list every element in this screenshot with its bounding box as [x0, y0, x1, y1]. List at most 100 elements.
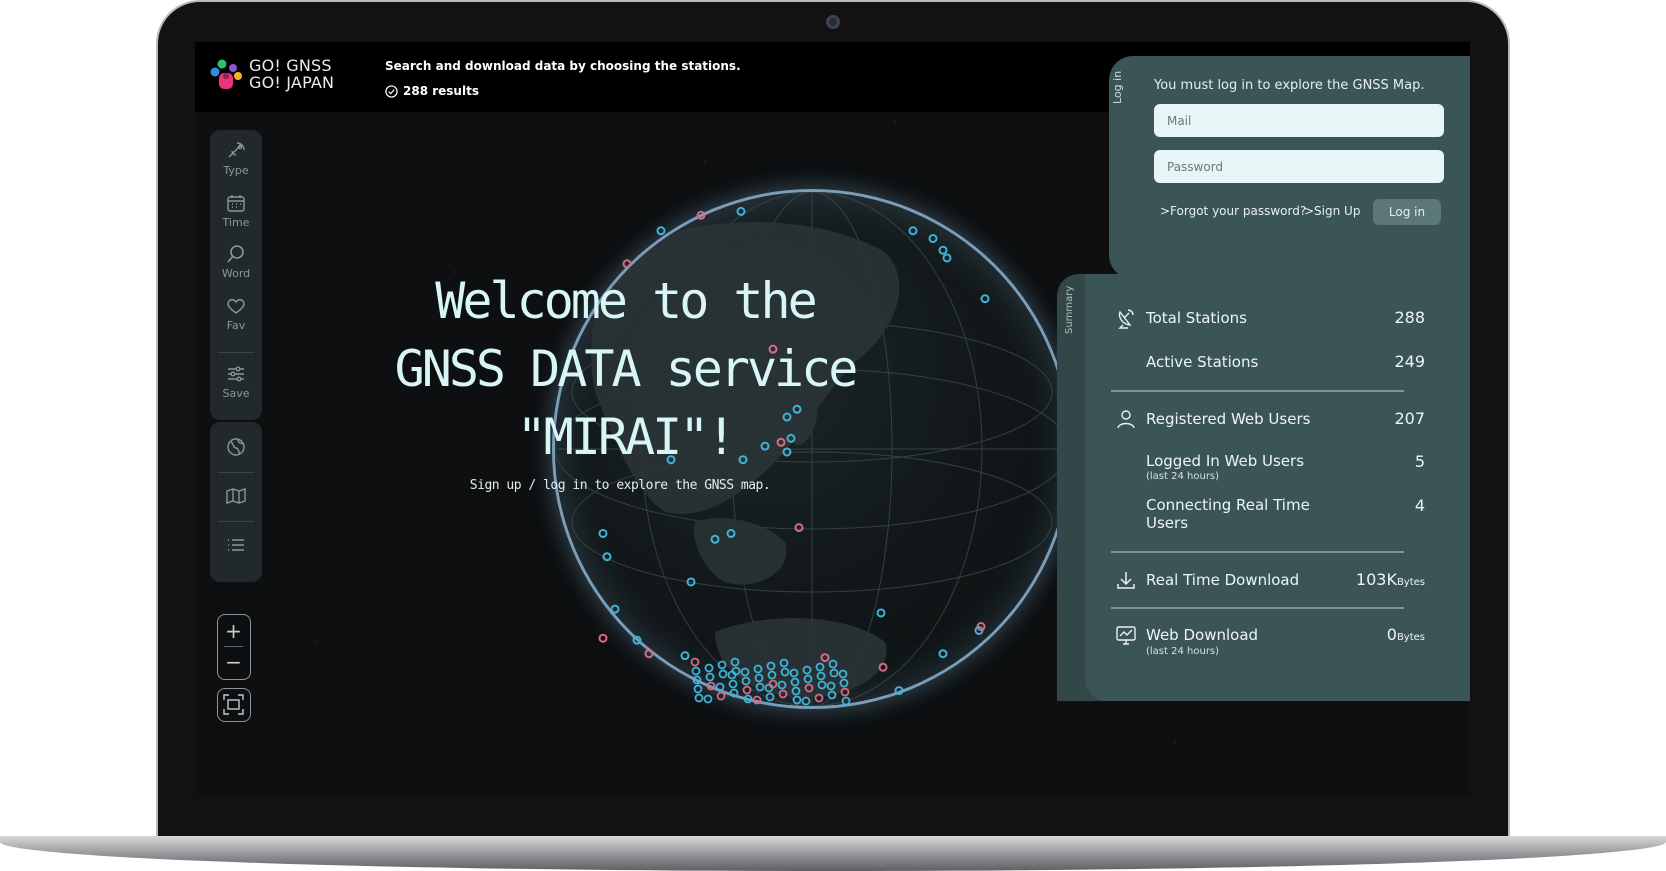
station-marker[interactable]: [801, 696, 811, 706]
station-marker[interactable]: [778, 689, 788, 699]
station-marker[interactable]: [789, 668, 799, 678]
zoom-in-button[interactable]: +: [218, 616, 249, 646]
station-marker[interactable]: [693, 684, 703, 694]
station-marker[interactable]: [704, 663, 714, 673]
station-marker[interactable]: [790, 677, 800, 687]
station-marker[interactable]: [755, 682, 765, 692]
station-marker[interactable]: [729, 688, 739, 698]
station-marker[interactable]: [826, 681, 836, 691]
station-marker[interactable]: [841, 696, 851, 706]
station-marker[interactable]: [804, 683, 814, 693]
login-tab[interactable]: Log in: [1103, 56, 1131, 116]
station-marker[interactable]: [741, 676, 751, 686]
station-marker[interactable]: [767, 670, 777, 680]
station-marker[interactable]: [710, 534, 720, 544]
view-list-button[interactable]: [210, 534, 262, 558]
station-marker[interactable]: [686, 577, 696, 587]
station-marker[interactable]: [817, 680, 827, 690]
zoom-out-button[interactable]: −: [218, 647, 249, 677]
station-marker[interactable]: [644, 649, 654, 659]
station-marker[interactable]: [938, 245, 948, 255]
summary-tab[interactable]: Summary: [1059, 274, 1083, 370]
station-marker[interactable]: [938, 649, 948, 659]
station-marker[interactable]: [691, 666, 701, 676]
station-marker[interactable]: [840, 687, 850, 697]
station-marker[interactable]: [754, 673, 764, 683]
station-marker[interactable]: [726, 528, 736, 538]
station-marker[interactable]: [598, 528, 608, 538]
station-marker[interactable]: [792, 695, 802, 705]
station-marker[interactable]: [694, 693, 704, 703]
station-marker[interactable]: [703, 694, 713, 704]
station-marker[interactable]: [794, 523, 804, 533]
station-marker[interactable]: [838, 669, 848, 679]
station-marker[interactable]: [716, 691, 726, 701]
station-marker[interactable]: [728, 679, 738, 689]
station-marker[interactable]: [928, 234, 938, 244]
station-marker[interactable]: [632, 635, 642, 645]
station-marker[interactable]: [908, 226, 918, 236]
station-marker[interactable]: [815, 662, 825, 672]
station-marker[interactable]: [766, 661, 776, 671]
station-marker[interactable]: [876, 608, 886, 618]
sign-up-link[interactable]: >Sign Up: [1304, 204, 1360, 218]
station-marker[interactable]: [690, 657, 700, 667]
tool-type[interactable]: Type: [210, 140, 262, 177]
password-input[interactable]: [1154, 150, 1444, 183]
station-marker[interactable]: [777, 680, 787, 690]
station-marker[interactable]: [765, 692, 775, 702]
tool-fav[interactable]: Fav: [210, 295, 262, 332]
station-marker[interactable]: [803, 674, 813, 684]
station-marker[interactable]: [656, 226, 666, 236]
station-marker[interactable]: [780, 667, 790, 677]
view-map-button[interactable]: [210, 485, 262, 509]
hero-title: Welcome to the GNSS DATA service "MIRAI"…: [385, 267, 865, 471]
view-globe-button[interactable]: [210, 436, 262, 460]
login-button[interactable]: Log in: [1373, 199, 1441, 225]
tool-time[interactable]: Time: [210, 192, 262, 229]
registered-users-value: 207: [1394, 409, 1425, 428]
station-marker[interactable]: [752, 695, 762, 705]
hero-subtitle: Sign up / log in to explore the GNSS map…: [469, 478, 771, 493]
tool-save[interactable]: Save: [210, 363, 262, 400]
station-marker[interactable]: [602, 552, 612, 562]
station-marker[interactable]: [816, 671, 826, 681]
station-marker[interactable]: [942, 253, 952, 263]
station-marker[interactable]: [802, 665, 812, 675]
login-panel: Log in You must log in to explore the GN…: [1109, 56, 1470, 279]
station-marker[interactable]: [878, 662, 888, 672]
station-marker[interactable]: [753, 664, 763, 674]
station-marker[interactable]: [740, 667, 750, 677]
station-marker[interactable]: [820, 653, 830, 663]
station-marker[interactable]: [730, 657, 740, 667]
station-marker[interactable]: [706, 681, 716, 691]
mail-input[interactable]: [1154, 104, 1444, 137]
station-marker[interactable]: [829, 668, 839, 678]
station-marker[interactable]: [715, 682, 725, 692]
station-marker[interactable]: [742, 685, 752, 695]
station-marker[interactable]: [779, 658, 789, 668]
station-marker[interactable]: [814, 693, 824, 703]
station-marker[interactable]: [839, 678, 849, 688]
station-marker[interactable]: [980, 294, 990, 304]
station-marker[interactable]: [705, 672, 715, 682]
station-marker[interactable]: [680, 651, 690, 661]
fit-view-button[interactable]: [217, 688, 251, 722]
station-marker[interactable]: [610, 604, 620, 614]
tool-word[interactable]: Word: [210, 243, 262, 280]
filter-toolbar: Type Time Word Fav Save: [210, 130, 262, 420]
station-marker[interactable]: [791, 686, 801, 696]
station-marker[interactable]: [743, 694, 753, 704]
station-marker[interactable]: [736, 206, 746, 216]
logo[interactable]: GO! GNSS GO! JAPAN: [209, 56, 359, 100]
station-marker[interactable]: [598, 633, 608, 643]
station-marker[interactable]: [717, 660, 727, 670]
station-marker[interactable]: [692, 675, 702, 685]
station-marker[interactable]: [827, 690, 837, 700]
station-marker[interactable]: [718, 669, 728, 679]
station-marker[interactable]: [828, 659, 838, 669]
station-marker[interactable]: [894, 686, 904, 696]
station-marker[interactable]: [696, 210, 706, 220]
forgot-password-link[interactable]: >Forgot your password?: [1160, 204, 1306, 218]
results-count: 288 results: [385, 84, 479, 98]
